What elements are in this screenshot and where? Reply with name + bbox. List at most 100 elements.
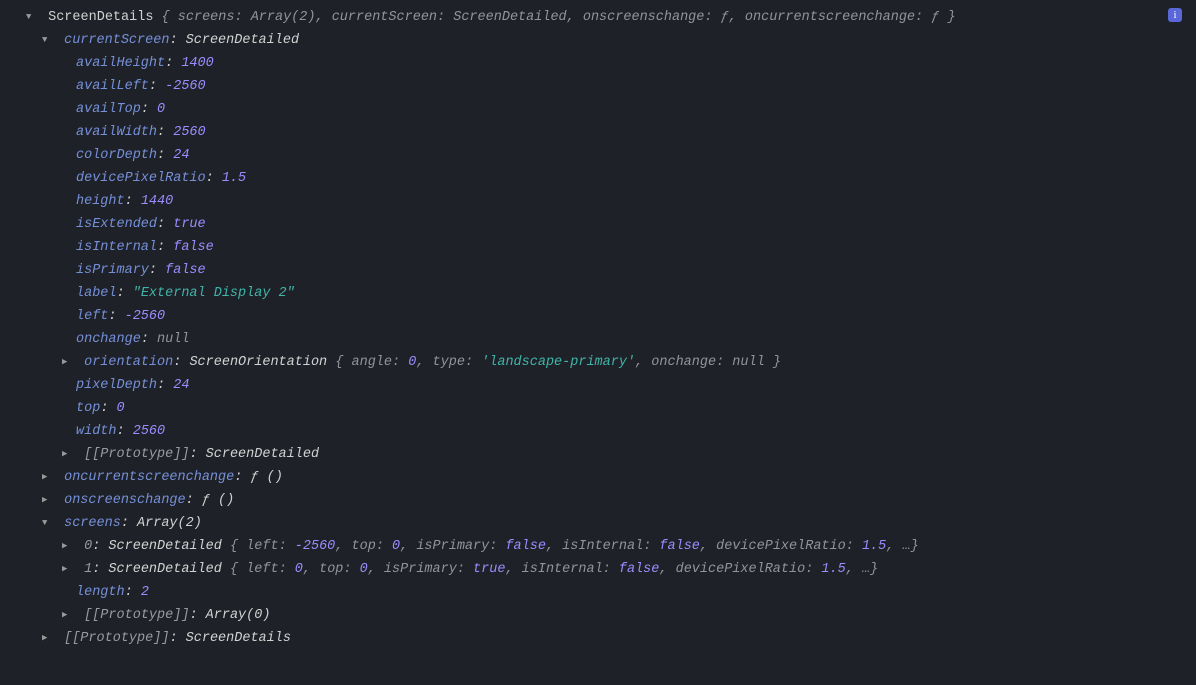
array-item-row[interactable]: ▶ 1: ScreenDetailed { left: 0, top: 0, i… <box>0 558 1196 581</box>
prop-value: -2560 <box>125 309 166 324</box>
prop-key: orientation <box>84 355 173 370</box>
prop-row[interactable]: isExtended: true <box>0 213 1196 236</box>
summary-val: null <box>732 355 764 370</box>
prop-key: isPrimary <box>76 263 149 278</box>
chevron-down-icon[interactable]: ▼ <box>42 29 56 52</box>
prop-value: -2560 <box>165 79 206 94</box>
prop-key: isExtended <box>76 217 157 232</box>
array-index: 1 <box>84 562 92 577</box>
onscreenschange-row[interactable]: ▶ onscreenschange: ƒ () <box>0 489 1196 512</box>
chevron-right-icon[interactable]: ▶ <box>62 351 76 374</box>
prop-row[interactable]: pixelDepth: 24 <box>0 374 1196 397</box>
prop-type: ScreenDetailed <box>108 562 221 577</box>
summary-key: type <box>433 355 465 370</box>
root-class-name: ScreenDetails <box>48 10 153 25</box>
prop-key: isInternal <box>76 240 157 255</box>
prop-row[interactable]: availTop: 0 <box>0 98 1196 121</box>
oncurrentscreenchange-row[interactable]: ▶ oncurrentscreenchange: ƒ () <box>0 466 1196 489</box>
prop-row[interactable]: left: -2560 <box>0 305 1196 328</box>
prop-key: screens <box>64 516 121 531</box>
summary-val: Array(2) <box>251 10 316 25</box>
prop-row[interactable]: top: 0 <box>0 397 1196 420</box>
chevron-right-icon[interactable]: ▶ <box>62 443 76 466</box>
prop-row[interactable]: availLeft: -2560 <box>0 75 1196 98</box>
prop-value: 24 <box>173 378 189 393</box>
proto-key: [[Prototype]] <box>84 608 189 623</box>
chevron-right-icon[interactable]: ▶ <box>42 466 56 489</box>
chevron-down-icon[interactable]: ▼ <box>42 512 56 535</box>
prop-key: pixelDepth <box>76 378 157 393</box>
prop-row[interactable]: availWidth: 2560 <box>0 121 1196 144</box>
prop-value: false <box>165 263 206 278</box>
prop-row[interactable]: width: 2560 <box>0 420 1196 443</box>
prop-value: 0 <box>157 102 165 117</box>
array-item-row[interactable]: ▶ 0: ScreenDetailed { left: -2560, top: … <box>0 535 1196 558</box>
proto-value: ScreenDetailed <box>206 447 319 462</box>
prop-key: oncurrentscreenchange <box>64 470 234 485</box>
length-row[interactable]: length: 2 <box>0 581 1196 604</box>
summary-key: oncurrentscreenchange <box>745 10 915 25</box>
chevron-right-icon[interactable]: ▶ <box>62 604 76 627</box>
chevron-right-icon[interactable]: ▶ <box>42 489 56 512</box>
prop-value: 2560 <box>173 125 205 140</box>
screens-row[interactable]: ▼ screens: Array(2) <box>0 512 1196 535</box>
prop-key: colorDepth <box>76 148 157 163</box>
prop-key: onchange <box>76 332 141 347</box>
prop-row[interactable]: onchange: null <box>0 328 1196 351</box>
chevron-right-icon[interactable]: ▶ <box>62 535 76 558</box>
summary-val: 'landscape-primary' <box>481 355 635 370</box>
info-icon[interactable]: i <box>1168 8 1182 22</box>
prop-value: ƒ () <box>250 470 282 485</box>
chevron-right-icon[interactable]: ▶ <box>62 558 76 581</box>
prop-value: 1.5 <box>222 171 246 186</box>
prop-value: 2 <box>141 585 149 600</box>
prop-key: onscreenschange <box>64 493 186 508</box>
prop-value: 24 <box>173 148 189 163</box>
prop-key: left <box>76 309 108 324</box>
summary-key: angle <box>352 355 393 370</box>
prop-type: Array(2) <box>137 516 202 531</box>
prop-row[interactable]: colorDepth: 24 <box>0 144 1196 167</box>
current-screen-row[interactable]: ▼ currentScreen: ScreenDetailed <box>0 29 1196 52</box>
summary-key: onscreenschange <box>583 10 705 25</box>
prop-row[interactable]: devicePixelRatio: 1.5 <box>0 167 1196 190</box>
summary-key: currentScreen <box>332 10 437 25</box>
prototype-row[interactable]: ▶ [[Prototype]]: ScreenDetails <box>0 627 1196 650</box>
proto-key: [[Prototype]] <box>64 631 169 646</box>
prop-value: null <box>157 332 189 347</box>
prop-key: height <box>76 194 125 209</box>
prop-value: "External Display 2" <box>133 286 295 301</box>
prototype-row[interactable]: ▶ [[Prototype]]: ScreenDetailed <box>0 443 1196 466</box>
prop-key: devicePixelRatio <box>76 171 206 186</box>
orientation-row[interactable]: ▶ orientation: ScreenOrientation { angle… <box>0 351 1196 374</box>
prop-row[interactable]: label: "External Display 2" <box>0 282 1196 305</box>
summary-val: ƒ <box>721 10 729 25</box>
prop-value: ƒ () <box>202 493 234 508</box>
prop-value: false <box>173 240 214 255</box>
summary-val: ƒ <box>931 10 939 25</box>
prop-key: currentScreen <box>64 33 169 48</box>
prop-key: availTop <box>76 102 141 117</box>
chevron-down-icon[interactable]: ▼ <box>26 6 40 29</box>
prop-row[interactable]: isInternal: false <box>0 236 1196 259</box>
proto-value: Array(0) <box>206 608 271 623</box>
prop-row[interactable]: availHeight: 1400 <box>0 52 1196 75</box>
prop-value: 1400 <box>181 56 213 71</box>
prop-key: label <box>76 286 117 301</box>
chevron-right-icon[interactable]: ▶ <box>42 627 56 650</box>
prop-type: ScreenDetailed <box>186 33 299 48</box>
prop-key: top <box>76 401 100 416</box>
prop-value: 2560 <box>133 424 165 439</box>
proto-key: [[Prototype]] <box>84 447 189 462</box>
array-index: 0 <box>84 539 92 554</box>
prop-row[interactable]: isPrimary: false <box>0 259 1196 282</box>
prop-key: availHeight <box>76 56 165 71</box>
root-row[interactable]: ▼ ScreenDetails { screens: Array(2), cur… <box>0 6 1196 29</box>
summary-val: ScreenDetailed <box>453 10 566 25</box>
prototype-row[interactable]: ▶ [[Prototype]]: Array(0) <box>0 604 1196 627</box>
prop-value: 1440 <box>141 194 173 209</box>
console-object-tree: i ▼ ScreenDetails { screens: Array(2), c… <box>0 0 1196 656</box>
prop-type: ScreenDetailed <box>108 539 221 554</box>
prop-row[interactable]: height: 1440 <box>0 190 1196 213</box>
summary-key: screens <box>178 10 235 25</box>
